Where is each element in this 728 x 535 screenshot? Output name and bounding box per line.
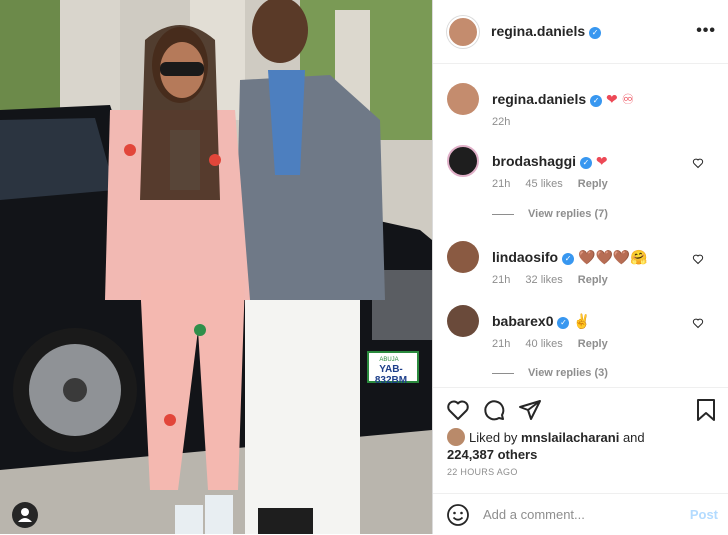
like-comment-icon[interactable] [692, 157, 704, 169]
tagged-users-icon[interactable] [12, 502, 38, 528]
share-icon[interactable] [518, 398, 542, 422]
verified-badge-icon: ✓ [580, 157, 593, 169]
comment-meta: 21h 32 likes Reply [492, 274, 620, 286]
comment-body: lindaosifo ✓ 🤎🤎🤎🤗 [492, 248, 684, 266]
comment-likes[interactable]: 40 likes [525, 338, 562, 350]
author-avatar[interactable] [447, 15, 479, 48]
likes-count[interactable]: 224,387 others [447, 447, 537, 462]
caption-time[interactable]: 22h [492, 116, 510, 128]
comment-likes[interactable]: 32 likes [525, 274, 562, 286]
comment-username[interactable]: lindaosifo [492, 249, 558, 265]
comment-text: ✌ [573, 313, 591, 329]
author-username-wrap: regina.daniels ✓ [491, 23, 602, 41]
liker-avatar[interactable] [447, 428, 465, 446]
comment-time[interactable]: 21h [492, 338, 510, 350]
caption-body: regina.daniels ✓ ❤ ♾ [492, 90, 684, 108]
add-comment-input[interactable]: Add a comment... [483, 507, 585, 522]
comment-body: brodashaggi ✓ ❤ [492, 152, 684, 170]
post-photo[interactable]: ABUJA YAB-832BM [0, 0, 432, 534]
comment-text: ❤ [595, 153, 608, 169]
post-comment-button[interactable]: Post [690, 507, 718, 522]
post-actions [433, 387, 728, 428]
comment-meta: 21h 45 likes Reply [492, 178, 620, 190]
caption-text: ❤ ♾ [606, 91, 635, 107]
view-replies-button[interactable]: View replies (7) [492, 208, 608, 220]
license-plate: YAB-832BM [374, 364, 408, 386]
liked-by-user[interactable]: mnslailacharani [521, 430, 619, 445]
like-comment-icon[interactable] [692, 317, 704, 329]
comment-likes[interactable]: 45 likes [525, 178, 562, 190]
comment-item: lindaosifo ✓ 🤎🤎🤎🤗 21h 32 likes Reply [447, 241, 714, 291]
comment-time[interactable]: 21h [492, 178, 510, 190]
comment-text: 🤎🤎🤎🤗 [578, 249, 648, 265]
reply-button[interactable]: Reply [578, 178, 608, 190]
save-icon[interactable] [694, 398, 718, 422]
more-options-icon[interactable]: ••• [696, 22, 716, 40]
caption-username[interactable]: regina.daniels [492, 91, 586, 107]
comment-item: babarex0 ✓ ✌ 21h 40 likes Reply View repl… [447, 305, 714, 385]
post-timestamp[interactable]: 22 HOURS AGO [447, 467, 518, 477]
view-replies-button[interactable]: View replies (3) [492, 367, 608, 379]
comment-item: brodashaggi ✓ ❤ 21h 45 likes Reply View r… [447, 145, 714, 225]
verified-badge-icon: ✓ [590, 95, 603, 107]
commenter-avatar[interactable] [447, 241, 479, 273]
like-icon[interactable] [446, 398, 470, 422]
verified-badge-icon: ✓ [557, 317, 570, 329]
comment-body: babarex0 ✓ ✌ [492, 312, 684, 330]
comment-meta: 21h 40 likes Reply [492, 338, 620, 350]
plate-state: ABUJA [379, 357, 399, 363]
reply-button[interactable]: Reply [578, 274, 608, 286]
comment-username[interactable]: brodashaggi [492, 153, 576, 169]
commenter-avatar[interactable] [447, 305, 479, 337]
comments-list: regina.daniels ✓ ❤ ♾ 22h brodashaggi ✓ ❤ 2… [433, 65, 728, 387]
author-username[interactable]: regina.daniels [491, 23, 585, 39]
like-comment-icon[interactable] [692, 253, 704, 265]
liked-by-and: and [619, 430, 645, 445]
caption: regina.daniels ✓ ❤ ♾ 22h [447, 83, 714, 133]
post-sidebar: regina.daniels ✓ ••• regina.daniels ✓ ❤ ♾ … [432, 0, 728, 534]
add-comment-bar: Add a comment... Post [433, 493, 728, 535]
comment-time[interactable]: 21h [492, 274, 510, 286]
likes-summary: Liked by mnslailacharani and 224,387 oth… [447, 428, 714, 463]
verified-badge-icon: ✓ [589, 26, 602, 39]
photo-illustration [0, 0, 432, 534]
commenter-avatar[interactable] [447, 145, 479, 177]
caption-meta: 22h [492, 116, 522, 128]
verified-badge-icon: ✓ [562, 253, 575, 265]
comment-icon[interactable] [482, 398, 506, 422]
caption-avatar[interactable] [447, 83, 479, 115]
liked-by-prefix: Liked by [469, 430, 522, 445]
post-header: regina.daniels ✓ ••• [433, 0, 728, 64]
reply-button[interactable]: Reply [578, 338, 608, 350]
comment-username[interactable]: babarex0 [492, 313, 553, 329]
emoji-icon[interactable] [446, 503, 470, 527]
